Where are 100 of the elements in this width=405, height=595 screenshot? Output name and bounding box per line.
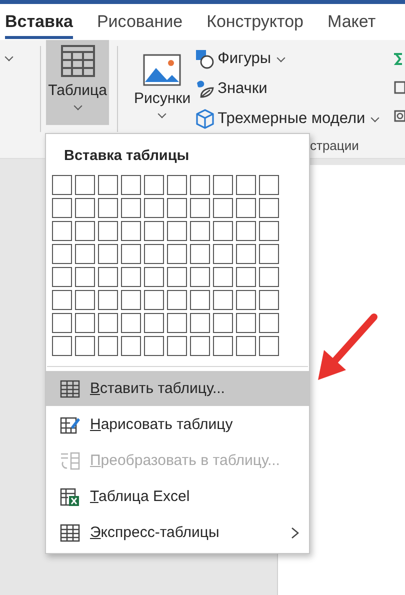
grid-cell[interactable] (75, 336, 95, 356)
grid-cell[interactable] (236, 244, 256, 264)
grid-cell[interactable] (236, 175, 256, 195)
grid-cell[interactable] (236, 336, 256, 356)
grid-cell[interactable] (167, 267, 187, 287)
ribbon-button[interactable]: Фигуры (194, 46, 382, 72)
grid-cell[interactable] (98, 313, 118, 333)
grid-cell[interactable] (144, 313, 164, 333)
image-icon (143, 54, 182, 86)
grid-cell[interactable] (259, 290, 279, 310)
grid-cell[interactable] (259, 313, 279, 333)
grid-cell[interactable] (98, 221, 118, 241)
grid-cell[interactable] (167, 313, 187, 333)
grid-cell[interactable] (167, 244, 187, 264)
grid-cell[interactable] (144, 244, 164, 264)
grid-cell[interactable] (98, 290, 118, 310)
icons-icon (194, 79, 215, 99)
grid-cell[interactable] (236, 267, 256, 287)
grid-cell[interactable] (236, 198, 256, 218)
grid-cell[interactable] (121, 267, 141, 287)
grid-cell[interactable] (213, 267, 233, 287)
menu-item[interactable]: Вставить таблицу... (46, 371, 309, 406)
ribbon-tab[interactable]: Конструктор (206, 6, 304, 38)
grid-cell[interactable] (121, 175, 141, 195)
grid-cell[interactable] (144, 290, 164, 310)
grid-cell[interactable] (144, 336, 164, 356)
grid-cell[interactable] (259, 267, 279, 287)
pencil-table-icon (60, 416, 80, 434)
grid-cell[interactable] (259, 244, 279, 264)
grid-cell[interactable] (213, 336, 233, 356)
grid-cell[interactable] (144, 198, 164, 218)
grid-cell[interactable] (98, 244, 118, 264)
grid-cell[interactable] (213, 198, 233, 218)
menu-item[interactable]: Нарисовать таблицу (46, 407, 309, 442)
grid-cell[interactable] (98, 336, 118, 356)
grid-cell[interactable] (167, 290, 187, 310)
menu-item[interactable]: Экспресс-таблицы (46, 515, 309, 550)
grid-cell[interactable] (167, 175, 187, 195)
grid-cell[interactable] (213, 244, 233, 264)
grid-cell[interactable] (52, 313, 72, 333)
ribbon-button[interactable]: Трехмерные модели (194, 106, 382, 132)
grid-cell[interactable] (144, 267, 164, 287)
pictures-button[interactable]: Рисунки (130, 40, 195, 125)
grid-cell[interactable] (98, 198, 118, 218)
ribbon-tab[interactable]: Рисование (96, 6, 183, 38)
table-button[interactable]: Таблица (46, 40, 109, 125)
grid-cell[interactable] (75, 313, 95, 333)
grid-cell[interactable] (52, 290, 72, 310)
grid-cell[interactable] (236, 290, 256, 310)
grid-cell[interactable] (52, 336, 72, 356)
convert-table-icon (60, 452, 80, 470)
table-icon (60, 524, 80, 542)
grid-cell[interactable] (98, 267, 118, 287)
excel-table-icon (60, 488, 80, 506)
grid-cell[interactable] (121, 244, 141, 264)
grid-cell[interactable] (213, 221, 233, 241)
ribbon-tab[interactable]: Макет (328, 6, 376, 38)
grid-cell[interactable] (75, 198, 95, 218)
grid-cell[interactable] (52, 267, 72, 287)
grid-cell[interactable] (259, 175, 279, 195)
grid-cell[interactable] (98, 175, 118, 195)
grid-cell[interactable] (52, 198, 72, 218)
grid-cell[interactable] (167, 221, 187, 241)
grid-cell[interactable] (167, 198, 187, 218)
grid-cell[interactable] (75, 221, 95, 241)
shapes-icon (194, 49, 215, 69)
grid-cell[interactable] (75, 175, 95, 195)
grid-cell[interactable] (52, 175, 72, 195)
grid-cell[interactable] (190, 175, 210, 195)
grid-cell[interactable] (144, 175, 164, 195)
grid-cell[interactable] (190, 313, 210, 333)
grid-cell[interactable] (259, 221, 279, 241)
grid-cell[interactable] (236, 313, 256, 333)
grid-cell[interactable] (259, 198, 279, 218)
cube-icon (194, 109, 215, 129)
grid-cell[interactable] (190, 336, 210, 356)
grid-cell[interactable] (75, 267, 95, 287)
grid-cell[interactable] (190, 244, 210, 264)
grid-cell[interactable] (121, 290, 141, 310)
grid-cell[interactable] (52, 244, 72, 264)
grid-cell[interactable] (236, 221, 256, 241)
menu-item[interactable]: Таблица Excel (46, 479, 309, 514)
ribbon-button[interactable]: Значки (194, 76, 382, 102)
grid-cell[interactable] (213, 290, 233, 310)
grid-cell[interactable] (144, 221, 164, 241)
grid-cell[interactable] (190, 290, 210, 310)
grid-cell[interactable] (121, 336, 141, 356)
grid-cell[interactable] (121, 313, 141, 333)
grid-cell[interactable] (167, 336, 187, 356)
grid-cell[interactable] (190, 198, 210, 218)
grid-cell[interactable] (190, 221, 210, 241)
grid-cell[interactable] (190, 267, 210, 287)
grid-cell[interactable] (121, 221, 141, 241)
grid-cell[interactable] (213, 175, 233, 195)
grid-cell[interactable] (213, 313, 233, 333)
grid-cell[interactable] (121, 198, 141, 218)
grid-cell[interactable] (75, 244, 95, 264)
grid-cell[interactable] (52, 221, 72, 241)
grid-cell[interactable] (75, 290, 95, 310)
grid-cell[interactable] (259, 336, 279, 356)
